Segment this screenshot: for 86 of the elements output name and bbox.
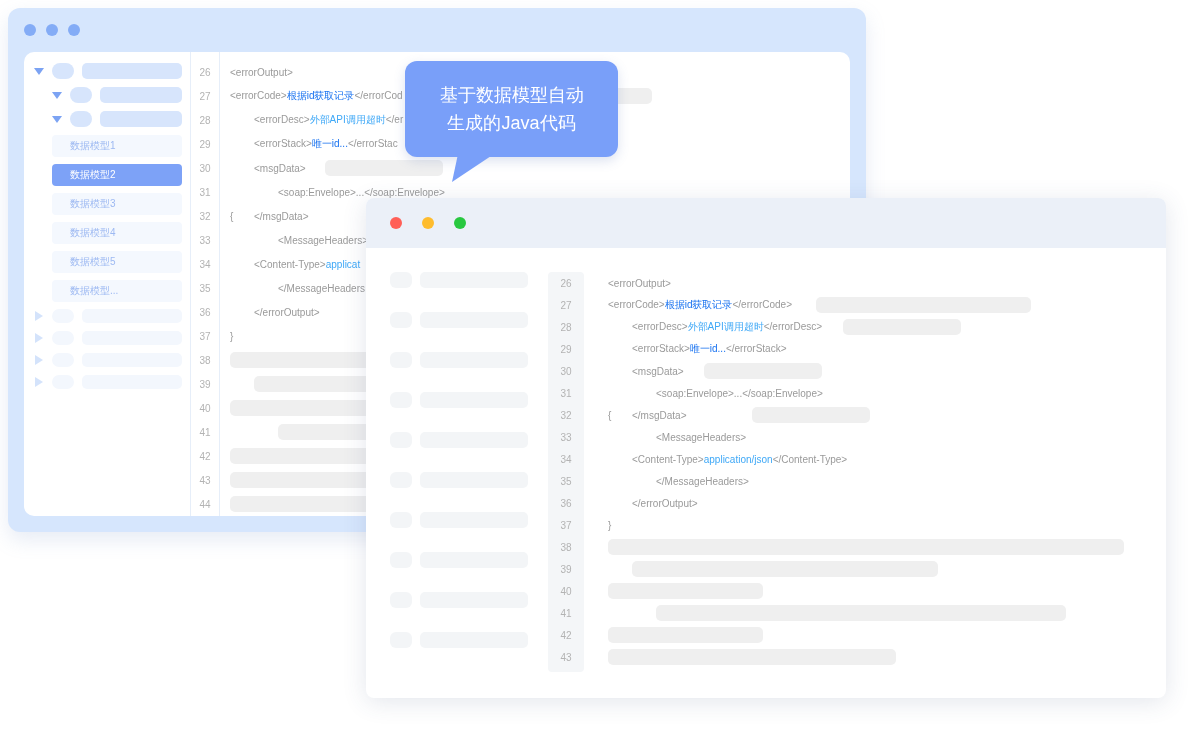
code-text: { xyxy=(608,409,612,421)
code-line: <errorStack>唯一id...</errorStack> xyxy=(632,342,787,356)
code-line: </msgData> xyxy=(254,210,309,222)
sidebar-item[interactable]: 数据模型3 xyxy=(52,193,182,215)
code-line: <MessageHeaders> xyxy=(278,234,369,246)
line-number: 41 xyxy=(198,425,212,440)
triangle-icon[interactable] xyxy=(34,311,44,321)
code-line: <MessageHeaders> xyxy=(656,431,747,443)
window-dot[interactable] xyxy=(46,24,58,36)
line-number: 40 xyxy=(559,584,573,599)
line-number: 42 xyxy=(198,449,212,464)
placeholder-pill xyxy=(70,111,92,127)
code-line: <soap:Envelope>...</soap:Envelope> xyxy=(278,186,445,198)
code-line: <errorOutput> xyxy=(608,277,671,289)
placeholder-pill xyxy=(52,63,74,79)
window-dot[interactable] xyxy=(68,24,80,36)
code-line: <errorOutput> xyxy=(230,66,293,78)
line-number: 43 xyxy=(559,650,573,665)
code-line: <msgData> xyxy=(254,162,306,174)
line-number: 34 xyxy=(559,452,573,467)
sidebar-item[interactable]: 数据模型1 xyxy=(52,135,182,157)
triangle-icon[interactable] xyxy=(52,90,62,100)
code-line: </msgData> xyxy=(632,409,687,421)
triangle-icon[interactable] xyxy=(34,355,44,365)
line-number: 28 xyxy=(198,113,212,128)
line-number: 38 xyxy=(198,353,212,368)
code-line: </MessageHeaders> xyxy=(656,475,749,487)
code-line: <msgData> xyxy=(632,365,684,377)
line-number: 27 xyxy=(198,89,212,104)
code-line: <soap:Envelope>...</soap:Envelope> xyxy=(656,387,823,399)
code-line: } xyxy=(230,330,234,342)
sidebar-item[interactable]: 数据模型... xyxy=(52,280,182,302)
line-number: 34 xyxy=(198,257,212,272)
line-number: 29 xyxy=(559,342,573,357)
close-button[interactable] xyxy=(390,217,402,229)
line-number: 30 xyxy=(559,364,573,379)
window-dot[interactable] xyxy=(24,24,36,36)
callout-text: 基于数据模型自动生成的Java代码 xyxy=(438,84,585,135)
code-line: <errorCode>根据id获取记录</errorCode> xyxy=(608,298,792,312)
code-line: } xyxy=(608,519,612,531)
line-number: 36 xyxy=(559,496,573,511)
line-number: 31 xyxy=(559,386,573,401)
line-number: 39 xyxy=(198,377,212,392)
line-number: 41 xyxy=(559,606,573,621)
line-number: 43 xyxy=(198,473,212,488)
line-number: 30 xyxy=(198,161,212,176)
code-line: </MessageHeaders xyxy=(278,282,365,294)
sidebar-item[interactable]: 数据模型4 xyxy=(52,222,182,244)
sidebar-item[interactable]: 数据模型5 xyxy=(52,251,182,273)
line-number: 28 xyxy=(559,320,573,335)
line-number: 35 xyxy=(198,281,212,296)
line-number: 33 xyxy=(559,430,573,445)
line-number: 26 xyxy=(559,276,573,291)
placeholder-pill xyxy=(70,87,92,103)
triangle-icon[interactable] xyxy=(52,114,62,124)
sidebar-item[interactable]: 数据模型2 xyxy=(52,164,182,186)
line-number: 32 xyxy=(198,209,212,224)
code-line: <errorStack>唯一id...</errorStac xyxy=(254,137,398,151)
minimize-button[interactable] xyxy=(422,217,434,229)
line-number: 33 xyxy=(198,233,212,248)
line-number: 36 xyxy=(198,305,212,320)
line-number: 38 xyxy=(559,540,573,555)
code-line: <Content-Type>application/json</Content-Type> xyxy=(632,453,848,465)
code-line: </errorOutput> xyxy=(632,497,698,509)
line-number: 37 xyxy=(559,518,573,533)
line-number: 40 xyxy=(198,401,212,416)
line-number: 42 xyxy=(559,628,573,643)
line-number: 39 xyxy=(559,562,573,577)
triangle-icon[interactable] xyxy=(34,66,44,76)
maximize-button[interactable] xyxy=(454,217,466,229)
line-number: 26 xyxy=(198,65,212,80)
line-number: 31 xyxy=(198,185,212,200)
triangle-icon[interactable] xyxy=(34,333,44,343)
line-number: 29 xyxy=(198,137,212,152)
line-number: 37 xyxy=(198,329,212,344)
code-line: <errorDesc>外部API调用超时</er xyxy=(254,113,404,127)
code-line: <errorDesc>外部API调用超时</errorDesc> xyxy=(632,320,823,334)
code-line: </errorOutput> xyxy=(254,306,320,318)
code-line: <errorCode>根据id获取记录</errorCod xyxy=(230,89,403,103)
line-number: 44 xyxy=(198,497,212,512)
code-line: <Content-Type>applicat xyxy=(254,258,361,270)
code-text: { xyxy=(230,210,234,222)
line-number: 35 xyxy=(559,474,573,489)
triangle-icon[interactable] xyxy=(34,377,44,387)
line-number: 32 xyxy=(559,408,573,423)
line-number: 27 xyxy=(559,298,573,313)
